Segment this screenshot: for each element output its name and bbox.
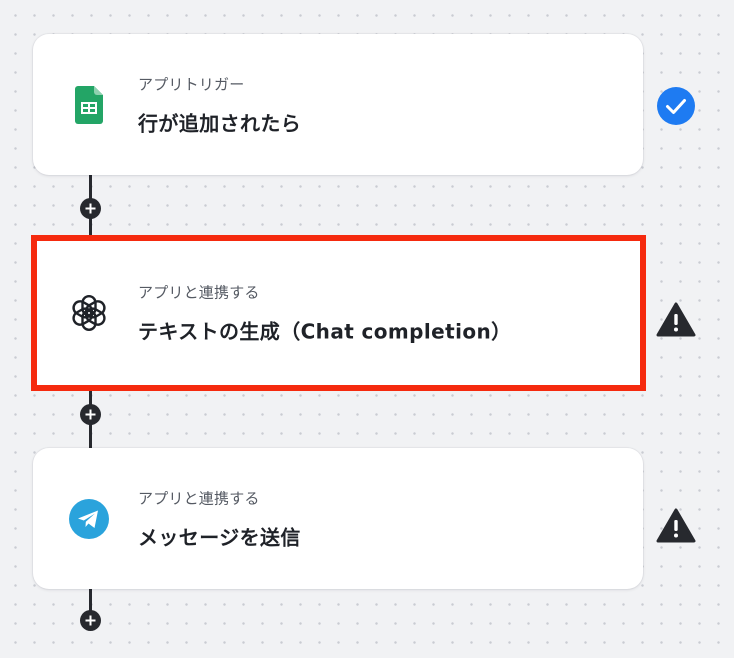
google-sheets-icon: [69, 85, 109, 125]
flow-step-trigger-card[interactable]: アプリトリガー 行が追加されたら: [33, 34, 643, 175]
plus-icon: [85, 203, 96, 214]
step-title: 行が追加されたら: [138, 111, 302, 135]
step-title: メッセージを送信: [138, 525, 301, 549]
plus-icon: [85, 409, 96, 420]
add-step-button-1[interactable]: [80, 198, 101, 219]
add-step-button-3[interactable]: [80, 610, 101, 631]
step-subtitle: アプリトリガー: [138, 75, 245, 93]
flow-step-text: アプリと連携する テキストの生成（Chat completion）: [138, 282, 512, 345]
telegram-icon: [69, 498, 109, 539]
plus-icon: [85, 615, 96, 626]
openai-icon: [69, 293, 109, 333]
check-circle-icon: [656, 86, 696, 126]
add-step-button-2[interactable]: [80, 404, 101, 425]
flow-step-telegram-card[interactable]: アプリと連携する メッセージを送信: [33, 448, 643, 589]
flow-step-text: アプリと連携する メッセージを送信: [138, 487, 301, 550]
step-subtitle: アプリと連携する: [138, 283, 260, 302]
warning-icon: [656, 300, 696, 340]
step-title: テキストの生成（Chat completion）: [138, 319, 512, 344]
flow-step-chatgpt-card[interactable]: アプリと連携する テキストの生成（Chat completion）: [31, 235, 646, 391]
flow-step-text: アプリトリガー 行が追加されたら: [138, 73, 301, 136]
warning-icon: [656, 506, 696, 546]
step-subtitle: アプリと連携する: [138, 489, 260, 507]
